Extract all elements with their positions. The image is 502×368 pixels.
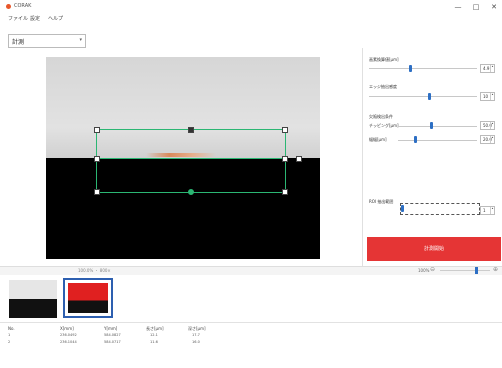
zoom-track [440,270,490,271]
settings-panel [363,48,502,266]
zoom-out-icon[interactable]: ⊖ [430,266,435,273]
zoom-in-icon[interactable]: ⊕ [493,266,498,273]
table-cell: 584.0827 [104,333,121,337]
menu-file[interactable]: ファイル [8,15,28,22]
maximize-button[interactable]: □ [470,2,482,12]
roi-handle-top-right[interactable] [282,127,288,133]
table-header-y: Y[mm] [104,326,118,331]
chipping-track [398,126,477,127]
table-header-no: No. [8,326,15,331]
width-slider[interactable] [414,136,417,143]
table-header-x: X[mm] [60,326,74,331]
table-cell: 584.0717 [104,340,121,344]
camera-image[interactable] [46,57,320,259]
roi-range-spinner[interactable]: 1 ▴ [480,206,495,215]
width-label: 幅幅[μm] [369,137,387,142]
edge-sensitivity-track [369,96,477,97]
table-cell: 236.0492 [60,333,77,337]
menu-bar [0,14,502,24]
roi-handle-top-left[interactable] [94,127,100,133]
edge-sensitivity-label: エッジ抽出感度 [369,84,397,89]
menu-settings[interactable]: 設定 [30,15,40,22]
chipping-label: チッピング[μm] [369,123,399,128]
width-spinner[interactable]: 20.0 ▴ [480,135,495,144]
thumbnail-1[interactable] [9,280,57,318]
app-icon [6,4,11,9]
window-title: CORAK [14,3,32,9]
table-cell: 2 [8,340,11,344]
spinner-arrows-icon[interactable]: ▴ [490,93,494,100]
roi-range-value: 1 [483,208,486,213]
roi-handle-left[interactable] [94,156,100,162]
defect-section-title: 欠陥検出条件 [369,114,393,119]
roi-handle-outer[interactable] [296,156,302,162]
spinner-arrows-icon[interactable]: ▴ [490,122,494,129]
roi-handle-right[interactable] [282,156,288,162]
thumbnail-2-image [68,283,108,313]
title-bar [0,0,502,14]
thumbnail-2-selected[interactable] [63,278,113,318]
close-button[interactable]: ✕ [488,2,500,12]
table-cell: 236.1044 [60,340,77,344]
pixel-scale-label: 画素換算値[μm] [369,57,399,62]
chipping-slider[interactable] [430,122,433,129]
minimize-button[interactable]: — [452,2,464,12]
roi-rectangle[interactable] [96,129,286,193]
edge-sensitivity-slider[interactable] [428,93,431,100]
table-cell: 16.0 [192,340,200,344]
chevron-down-icon: ▾ [79,37,82,43]
spinner-arrows-icon[interactable]: ▴ [490,65,494,72]
roi-handle-bottom-left[interactable] [94,189,100,195]
pixel-scale-slider[interactable] [409,65,412,72]
roi-handle-bottom-right[interactable] [282,189,288,195]
results-table [0,322,502,368]
pixel-scale-spinner[interactable]: 4.9 ▴ [480,64,495,73]
roi-handle-bottom[interactable] [188,189,194,195]
roi-range-field[interactable] [400,203,480,215]
pixel-scale-track [369,68,477,69]
mode-dropdown-value: 計測 [12,39,25,46]
run-button-label: 計測開始 [423,246,444,252]
table-cell: 12.1 [150,333,158,337]
table-cell: 17.7 [192,333,200,337]
zoom-level: 100% [418,268,430,273]
roi-range-slider[interactable] [401,205,404,212]
edge-sensitivity-spinner[interactable]: 10 ▴ [480,92,495,101]
width-track [398,140,477,141]
roi-midline [98,158,284,159]
table-cell: 11.6 [150,340,158,344]
image-info: 100.0% ・ 800× [78,268,111,273]
roi-range-label: ROI 抽出範囲 [369,199,394,204]
table-cell: 1 [8,333,11,337]
pixel-scale-value: 4.9 [483,66,490,71]
run-button[interactable]: 計測開始 [367,237,501,261]
table-header-length: 長さ[μm] [146,326,164,331]
zoom-slider[interactable] [475,267,478,274]
spinner-arrows-icon[interactable]: ▴ [490,207,494,214]
menu-help[interactable]: ヘルプ [48,15,63,22]
roi-handle-top[interactable] [188,127,194,133]
spinner-arrows-icon[interactable]: ▴ [490,136,494,143]
mode-dropdown[interactable]: 計測 ▾ [8,34,86,48]
edge-sensitivity-value: 10 [483,94,489,99]
chipping-spinner[interactable]: 50.0 ▴ [480,121,495,130]
table-header-depth: 深さ[μm] [188,326,206,331]
